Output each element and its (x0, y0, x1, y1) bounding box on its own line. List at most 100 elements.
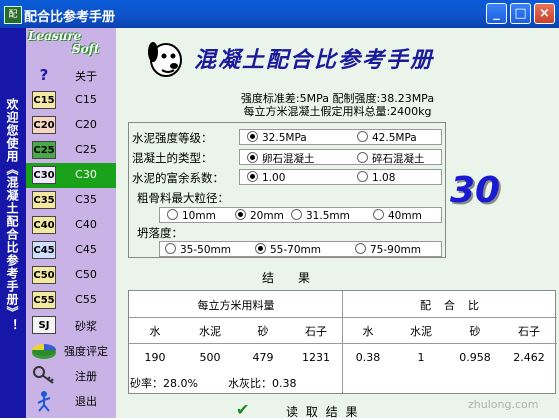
sidebar-item-c35[interactable]: C35 C35 (26, 188, 116, 213)
key-icon (33, 366, 54, 384)
option-label: 31.5mm (306, 210, 350, 222)
radio-icon (357, 171, 368, 182)
header-gravel: 石子 (305, 325, 327, 338)
value-sand: 479 (252, 351, 274, 364)
slump-option-35-50[interactable]: 35-50mm (165, 243, 231, 256)
divider (342, 291, 343, 393)
sidebar-item-label: C30 (75, 168, 97, 181)
option-label: 20mm (250, 210, 284, 222)
cement-grade-option-2[interactable]: 42.5MPa (357, 131, 417, 144)
max-aggregate-option-31-5mm[interactable]: 31.5mm (291, 209, 350, 222)
max-aggregate-option-10mm[interactable]: 10mm (167, 209, 216, 222)
max-aggregate-option-40mm[interactable]: 40mm (373, 209, 422, 222)
sidebar-item-register[interactable]: 注册 (26, 363, 116, 388)
option-label: 卵石混凝土 (262, 153, 315, 165)
sand-ratio-text: 砂率：28.0% (130, 377, 198, 390)
radio-icon (255, 243, 266, 254)
c55-icon: C55 (32, 291, 56, 309)
radio-icon (357, 131, 368, 142)
mortar-icon: SJ (32, 316, 56, 334)
radio-icon (373, 209, 384, 220)
sidebar-item-c55[interactable]: C55 C55 (26, 288, 116, 313)
value-water-ratio: 0.38 (355, 351, 381, 364)
cement-grade-option-1[interactable]: 32.5MPa (247, 131, 307, 144)
sidebar-item-label: 关于 (75, 70, 97, 83)
title-bar: 配 配合比参考手册 _ □ × (0, 0, 559, 28)
value-gravel-ratio: 2.462 (513, 351, 545, 364)
slump-option-55-70[interactable]: 55-70mm (255, 243, 321, 256)
close-button[interactable]: × (534, 3, 555, 24)
header-sand: 砂 (257, 325, 269, 338)
maximize-button[interactable]: □ (510, 3, 531, 24)
read-results-label: 读 取 结 果 (286, 405, 360, 419)
dog-mascot-icon (148, 42, 182, 77)
sidebar-item-label: C50 (75, 268, 97, 281)
option-label: 32.5MPa (262, 132, 307, 144)
sidebar-item-c25[interactable]: C25 C25 (26, 138, 116, 163)
help-icon: ? (39, 66, 49, 84)
concrete-type-option-2[interactable]: 碎石混凝土 (357, 151, 425, 166)
sidebar-item-label: C55 (75, 293, 97, 306)
c20-icon: C20 (32, 116, 56, 134)
sidebar: Leasure Soft ? 关于 C15 C15 C20 C20 C25 C2… (26, 28, 116, 418)
header-sand-ratio: 砂 (469, 325, 481, 338)
value-sand-ratio: 0.958 (459, 351, 491, 364)
option-label: 35-50mm (180, 244, 231, 256)
sidebar-item-strength-eval[interactable]: 强度评定 (26, 338, 116, 363)
sidebar-item-label: C35 (75, 193, 97, 206)
main-title: 混凝土配合比参考手册 (194, 48, 435, 73)
sidebar-item-label: C15 (75, 93, 97, 106)
c45-icon: C45 (32, 241, 56, 259)
window-title: 配合比参考手册 (24, 10, 116, 25)
surplus-coefficient-option-1[interactable]: 1.00 (247, 171, 285, 184)
sidebar-item-c20[interactable]: C20 C20 (26, 113, 116, 138)
sidebar-item-c50[interactable]: C50 C50 (26, 263, 116, 288)
water-cement-ratio-text: 水灰比：0.38 (228, 377, 297, 390)
welcome-banner: 欢迎您使用《混凝土配合比参考手册》！ (0, 28, 26, 418)
radio-icon (291, 209, 302, 220)
option-label: 10mm (182, 210, 216, 222)
sidebar-item-exit[interactable]: 退出 (26, 388, 116, 413)
option-label: 55-70mm (270, 244, 321, 256)
logo-line2: Soft (72, 42, 100, 56)
radio-icon (247, 152, 258, 163)
sidebar-item-c15[interactable]: C15 C15 (26, 88, 116, 113)
sidebar-item-c30[interactable]: C30 C30 (26, 163, 116, 188)
read-results-button[interactable]: ✔ 读 取 结 果 (236, 400, 366, 420)
concrete-type-option-1[interactable]: 卵石混凝土 (247, 151, 315, 166)
pie-chart-icon (32, 344, 56, 359)
sidebar-item-label: C45 (75, 243, 97, 256)
minimize-button[interactable]: _ (486, 3, 507, 24)
c25-icon: C25 (32, 141, 56, 159)
checkmark-icon: ✔ (236, 400, 250, 419)
sidebar-item-label: C20 (75, 118, 97, 131)
sidebar-item-mortar[interactable]: SJ 砂浆 (26, 313, 116, 338)
sidebar-item-c45[interactable]: C45 C45 (26, 238, 116, 263)
c40-icon: C40 (32, 216, 56, 234)
header-cement: 水泥 (199, 325, 221, 338)
main-panel: 混凝土配合比参考手册 强度标准差:5MPa 配制强度:38.23MPa 每立方米… (116, 28, 559, 420)
group-header-ratio: 配 合 比 (420, 299, 480, 312)
slump-option-75-90[interactable]: 75-90mm (355, 243, 421, 256)
surplus-coefficient-option-2[interactable]: 1.08 (357, 171, 395, 184)
divider (129, 343, 557, 344)
surplus-coefficient-label: 水泥的富余系数： (132, 171, 224, 185)
sidebar-item-label: C40 (75, 218, 97, 231)
option-label: 1.00 (262, 172, 286, 184)
watermark: zhulong.com (468, 398, 539, 411)
slump-label: 坍落度： (137, 226, 183, 240)
max-aggregate-option-20mm[interactable]: 20mm (235, 209, 284, 222)
cement-grade-label: 水泥强度等级： (132, 131, 213, 145)
option-label: 40mm (388, 210, 422, 222)
app-icon[interactable]: 配 (4, 6, 22, 24)
divider (129, 317, 557, 318)
c35-icon: C35 (32, 191, 56, 209)
concrete-type-label: 混凝土的类型： (132, 151, 213, 165)
logo: Leasure Soft (28, 30, 112, 60)
strength-grade-number: 30 (450, 170, 501, 211)
parameter-panel: 水泥强度等级： 32.5MPa 42.5MPa 混凝土的类型： 卵石混凝土 碎石… (128, 122, 446, 258)
sidebar-item-c40[interactable]: C40 C40 (26, 213, 116, 238)
exit-icon (37, 391, 51, 412)
c50-icon: C50 (32, 266, 56, 284)
sidebar-item-about[interactable]: ? 关于 (26, 63, 116, 88)
